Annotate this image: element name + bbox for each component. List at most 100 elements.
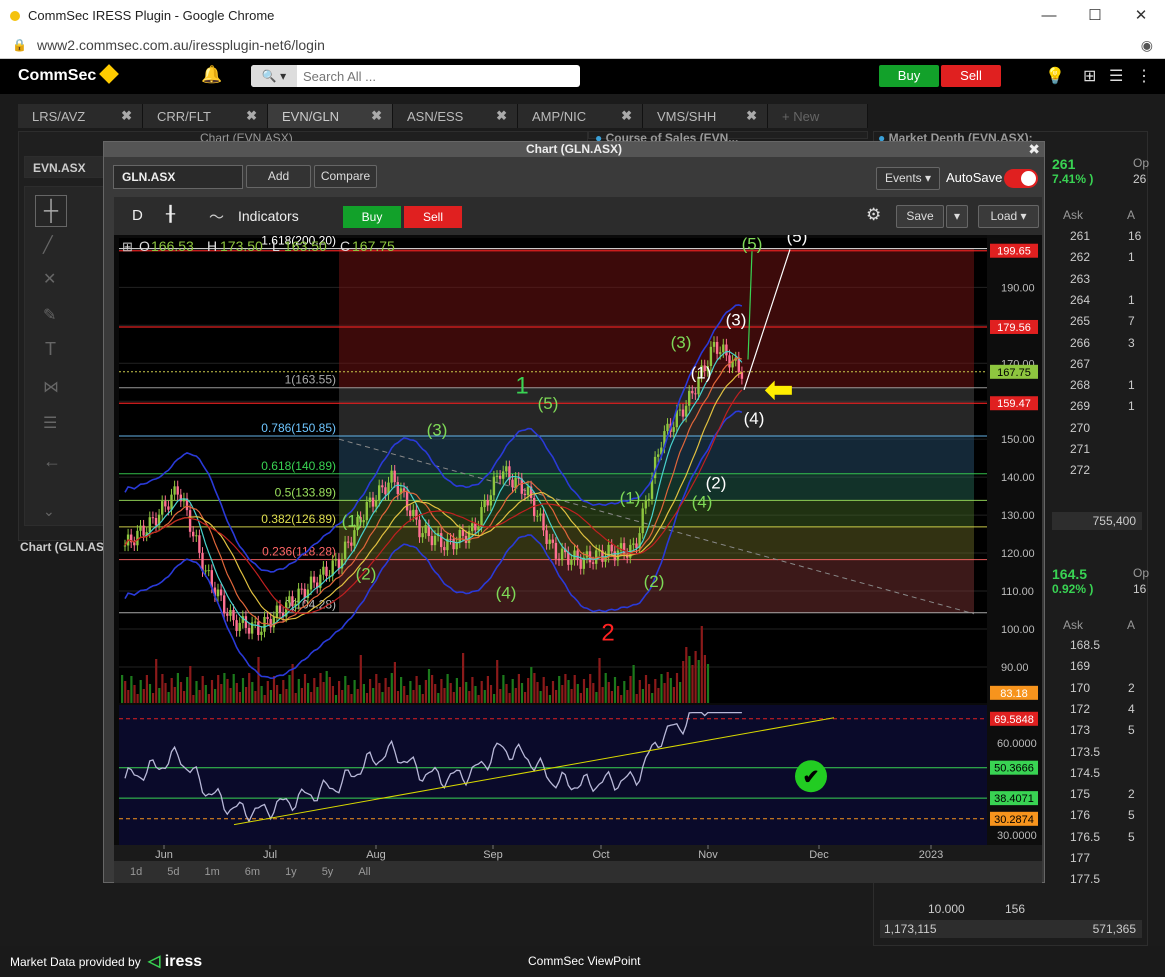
chart-sell-button[interactable]: Sell	[404, 206, 462, 228]
volume-bar	[334, 695, 338, 703]
minimize-button[interactable]: —	[1026, 0, 1072, 31]
period-button[interactable]: D	[132, 207, 143, 224]
line-tool-icon[interactable]: ╱	[43, 235, 53, 255]
volume-bar	[421, 694, 424, 703]
indicators-button[interactable]: Indicators	[238, 208, 299, 224]
candle-body	[433, 535, 437, 546]
search-scope-button[interactable]: 🔍 ▾	[251, 65, 297, 87]
fib-tool-icon[interactable]: ☰	[43, 413, 57, 433]
range-5d[interactable]: 5d	[167, 866, 179, 878]
range-6m[interactable]: 6m	[245, 866, 260, 878]
volume-bar	[691, 665, 694, 703]
autosave-toggle[interactable]	[1004, 169, 1038, 188]
range-1d[interactable]: 1d	[130, 866, 142, 878]
back-arrow-icon[interactable]: ←	[43, 451, 61, 472]
tab-asn-ess[interactable]: ASN/ESS ✖	[393, 104, 518, 128]
candle-body	[254, 621, 257, 623]
symbol-input[interactable]: GLN.ASX	[113, 165, 243, 189]
top-buy-button[interactable]: Buy	[879, 65, 939, 87]
compare-button[interactable]: Compare	[314, 165, 377, 188]
depth-ask: 271	[1070, 442, 1091, 456]
volume-bar	[353, 680, 356, 703]
lightbulb-icon[interactable]: 💡	[1045, 66, 1065, 86]
candle-body	[536, 515, 539, 517]
range-1y[interactable]: 1y	[285, 866, 297, 878]
channel-tool-icon[interactable]: ✕	[43, 269, 56, 289]
crosshair-tool-icon[interactable]: ┼	[35, 195, 67, 227]
close-tab-icon[interactable]: ✖	[496, 108, 507, 124]
url-text[interactable]: www2.commsec.com.au/iressplugin-net6/log…	[37, 37, 325, 53]
brush-tool-icon[interactable]: ✎	[43, 305, 56, 325]
close-tab-icon[interactable]: ✖	[621, 108, 632, 124]
close-tab-icon[interactable]: ✖	[371, 108, 382, 124]
tab-crr-flt[interactable]: CRR/FLT ✖	[143, 104, 268, 128]
eye-icon[interactable]: ◉	[1141, 37, 1153, 54]
fib-band	[339, 500, 974, 527]
chevron-down-icon[interactable]: ⌄	[43, 503, 55, 520]
volume-bar	[167, 692, 170, 703]
address-bar[interactable]: 🔒 www2.commsec.com.au/iressplugin-net6/l…	[0, 31, 1165, 59]
tab-evn-gln[interactable]: EVN/GLN ✖	[268, 104, 393, 128]
app-topnav: CommSec 🔔 🔍 ▾ Buy Sell 💡 ⊞ ☰ ⋮	[0, 59, 1165, 94]
close-tab-icon[interactable]: ✖	[746, 108, 757, 124]
add-button[interactable]: Add	[246, 165, 311, 188]
tab-lrs-avz[interactable]: LRS/AVZ ✖	[18, 104, 143, 128]
close-tab-icon[interactable]: ✖	[121, 108, 132, 124]
close-window-button[interactable]: ✕	[1118, 0, 1164, 31]
top-sell-button[interactable]: Sell	[941, 65, 1001, 87]
price-chart-svg[interactable]: 1.618(200.20)1(163.55)0.786(150.85)0.618…	[114, 202, 1042, 861]
yellow-arrow-icon: ⬅	[765, 371, 794, 409]
volume-bar	[396, 691, 400, 703]
text-tool-icon[interactable]: T	[45, 339, 56, 360]
commsec-logo[interactable]: CommSec	[18, 64, 120, 85]
volume-bar	[319, 673, 322, 703]
fib-label: 0.382(126.89)	[261, 512, 336, 526]
chart-buy-button[interactable]: Buy	[343, 206, 401, 228]
add-window-icon[interactable]: ⊞	[1083, 66, 1096, 86]
chart-window-title[interactable]: Chart (GLN.ASX)	[104, 142, 1044, 157]
bg-evn-symbol-box[interactable]: EVN.ASX	[24, 156, 104, 178]
search-input[interactable]	[297, 66, 567, 86]
close-tab-icon[interactable]: ✖	[246, 108, 257, 124]
candle-body	[142, 525, 145, 536]
volume-bar	[307, 683, 310, 703]
volume-bar	[238, 692, 241, 703]
volume-bar	[539, 691, 542, 703]
gear-icon[interactable]: ⚙	[866, 205, 881, 225]
tab-label: VMS/SHH	[657, 108, 717, 124]
more-icon[interactable]: ⋮	[1136, 66, 1152, 86]
candle-body	[325, 566, 328, 577]
candle-body	[511, 479, 514, 488]
volume-bar	[474, 686, 477, 703]
save-dropdown-chevron-icon[interactable]: ▾	[946, 205, 968, 228]
volume-bar	[148, 684, 152, 703]
range-1m[interactable]: 1m	[205, 866, 220, 878]
maximize-button[interactable]: ☐	[1072, 0, 1118, 31]
candle-body	[715, 341, 719, 354]
volume-bar	[586, 688, 589, 703]
candle-body	[207, 570, 210, 572]
bell-icon[interactable]: 🔔	[201, 65, 222, 85]
menu-icon[interactable]: ☰	[1109, 66, 1123, 86]
load-dropdown[interactable]: Load ▾	[978, 205, 1039, 228]
volume-bar	[136, 694, 139, 703]
volume-bar	[248, 673, 251, 703]
candle-body	[412, 509, 415, 517]
tab-vms-shh[interactable]: VMS/SHH ✖	[643, 104, 768, 128]
volume-bar	[288, 675, 291, 703]
volume-bar	[455, 678, 458, 703]
md1-change: 7.41% )	[1052, 172, 1094, 186]
md1-price: 261	[1052, 156, 1076, 172]
iress-logo[interactable]: ◁ iress	[148, 951, 202, 971]
save-button[interactable]: Save	[896, 205, 944, 228]
range-all[interactable]: All	[358, 866, 370, 878]
new-tab-button[interactable]: + New	[768, 104, 868, 128]
volume-bar	[471, 677, 474, 703]
candle-type-icon[interactable]: ╂	[166, 205, 175, 223]
pattern-tool-icon[interactable]: ⋈	[43, 377, 59, 397]
events-dropdown[interactable]: Events ▾	[876, 167, 940, 190]
range-5y[interactable]: 5y	[322, 866, 334, 878]
volume-bar	[679, 682, 682, 703]
close-chart-window-button[interactable]: ✖	[1028, 141, 1040, 158]
tab-amp-nic[interactable]: AMP/NIC ✖	[518, 104, 643, 128]
